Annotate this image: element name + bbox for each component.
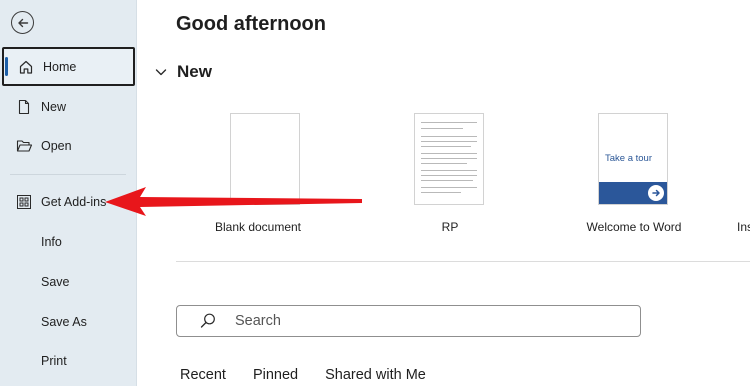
sidebar-item-get-add-ins[interactable]: Get Add-ins — [0, 183, 136, 221]
sidebar-item-save-as[interactable]: Save As — [0, 303, 136, 341]
sidebar-item-label: New — [41, 100, 67, 114]
template-welcome-to-word[interactable]: Take a tour Welcome to Word — [569, 113, 699, 238]
template-label: Welcome to Word — [586, 220, 682, 234]
sidebar-item-label: Save — [41, 275, 70, 289]
word-backstage: Home New Open Get Add-ins Info Save Save… — [0, 0, 750, 386]
sidebar-item-new[interactable]: New — [0, 88, 136, 126]
home-icon — [17, 58, 35, 76]
template-thumbnail — [414, 113, 484, 205]
folder-open-icon — [15, 137, 33, 155]
sidebar-divider — [10, 174, 126, 175]
new-section-title: New — [177, 62, 212, 81]
template-thumbnail: Take a tour — [598, 113, 668, 205]
template-label: Blank document — [214, 220, 302, 234]
template-partial[interactable]: Ins — [737, 113, 750, 238]
sidebar-item-label: Get Add-ins — [41, 195, 107, 209]
sidebar-item-label: Open — [41, 139, 72, 153]
new-document-icon — [15, 98, 33, 116]
sidebar: Home New Open Get Add-ins Info Save Save… — [0, 0, 137, 386]
main-content: Good afternoon New Blank document RP Tak… — [137, 0, 750, 386]
tab-shared-with-me[interactable]: Shared with Me — [325, 367, 426, 383]
chevron-down-icon — [155, 69, 167, 76]
arrow-left-icon — [17, 18, 28, 27]
tab-recent[interactable]: Recent — [180, 367, 226, 383]
template-label: RP — [441, 220, 459, 234]
sidebar-item-label: Print — [41, 354, 67, 368]
arrow-right-icon — [648, 185, 664, 201]
tab-pinned[interactable]: Pinned — [253, 367, 298, 383]
sidebar-item-home[interactable]: Home — [2, 47, 135, 86]
sidebar-item-open[interactable]: Open — [0, 127, 136, 165]
search-icon — [200, 313, 215, 328]
take-a-tour-text: Take a tour — [605, 153, 652, 164]
greeting-title: Good afternoon — [176, 13, 326, 35]
tour-banner — [599, 182, 667, 204]
add-ins-grid-icon — [15, 193, 33, 211]
template-blank-document[interactable]: Blank document — [193, 113, 323, 238]
section-divider — [176, 261, 750, 262]
sidebar-item-save[interactable]: Save — [0, 263, 136, 301]
back-button[interactable] — [11, 11, 34, 34]
template-rp[interactable]: RP — [385, 113, 515, 238]
new-section-header[interactable]: New — [154, 62, 212, 82]
sidebar-item-print[interactable]: Print — [0, 342, 136, 380]
template-label: Ins — [737, 220, 750, 234]
search-input[interactable] — [233, 312, 617, 330]
sidebar-item-label: Info — [41, 235, 62, 249]
search-box[interactable] — [176, 305, 641, 337]
sidebar-item-label: Home — [43, 59, 77, 74]
template-thumbnail — [230, 113, 300, 205]
sidebar-item-label: Save As — [41, 315, 87, 329]
sidebar-item-info[interactable]: Info — [0, 223, 136, 261]
file-tabs: Recent Pinned Shared with Me — [180, 367, 453, 383]
